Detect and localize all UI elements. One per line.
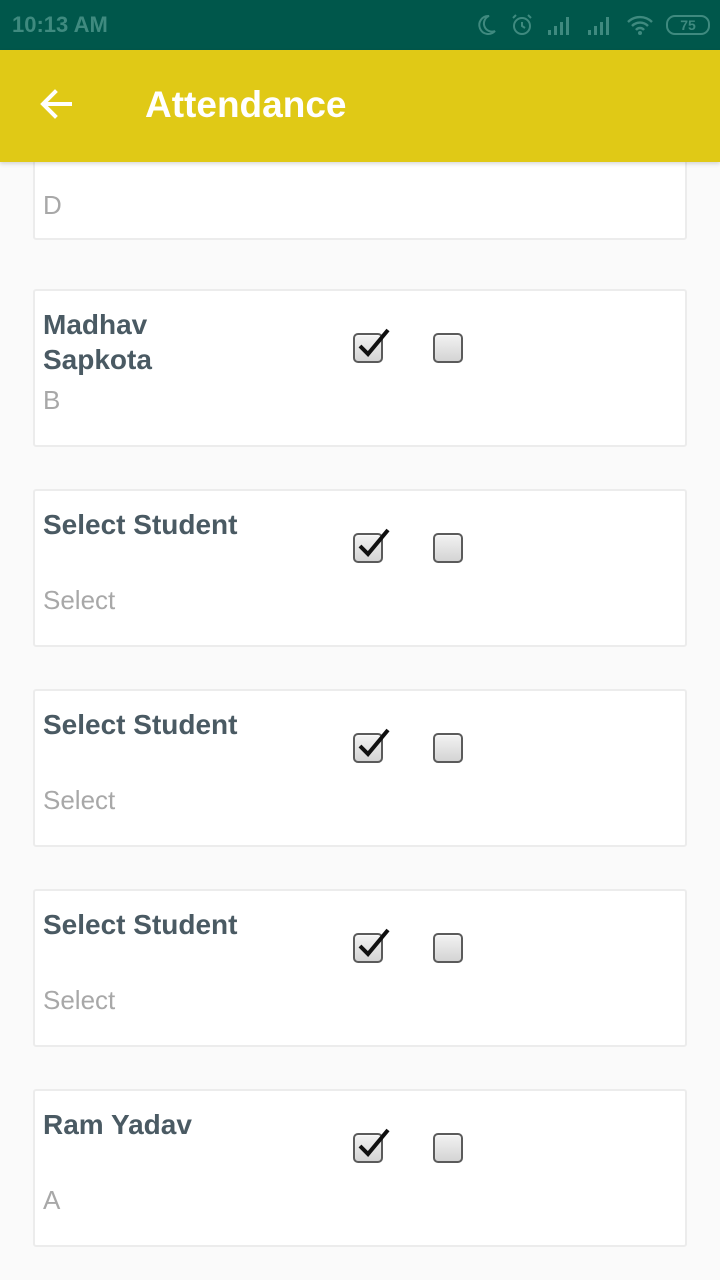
checkmark-icon — [358, 528, 390, 557]
present-checkbox[interactable] — [353, 328, 390, 363]
battery-icon: 75 — [666, 15, 710, 35]
checkmark-icon — [358, 1128, 390, 1157]
student-section: Select — [43, 585, 116, 615]
status-bar: 10:13 AM 75 — [0, 0, 720, 50]
app-bar: Attendance — [0, 50, 720, 162]
student-card: D — [33, 162, 687, 240]
signal-icon — [546, 14, 574, 36]
attendance-list[interactable]: D Madhav Sapkota B Select Student Select… — [0, 162, 720, 1280]
absent-checkbox[interactable] — [433, 933, 463, 963]
student-section: A — [43, 1185, 61, 1215]
present-checkbox[interactable] — [353, 528, 390, 563]
absent-checkbox[interactable] — [433, 733, 463, 763]
checkmark-icon — [358, 928, 390, 957]
checkmark-icon — [358, 328, 390, 357]
student-card: Select Student Select — [33, 689, 687, 847]
status-time: 10:13 AM — [12, 12, 108, 37]
present-checkbox[interactable] — [353, 728, 390, 763]
checkmark-icon — [358, 728, 390, 757]
present-checkbox[interactable] — [353, 928, 390, 963]
absent-checkbox[interactable] — [433, 533, 463, 563]
student-name: Select Student — [43, 509, 238, 540]
student-card: Madhav Sapkota B — [33, 289, 687, 447]
wifi-icon — [626, 14, 654, 36]
present-checkbox[interactable] — [353, 1128, 390, 1163]
alarm-icon — [510, 13, 534, 37]
student-section: Select — [43, 985, 116, 1015]
student-name: Select Student — [43, 909, 238, 940]
student-card: Select Student Select — [33, 889, 687, 1047]
absent-checkbox[interactable] — [433, 333, 463, 363]
student-card: Ram Yadav A — [33, 1089, 687, 1247]
moon-icon — [474, 13, 498, 37]
student-name: Madhav Sapkota — [43, 309, 152, 375]
back-button[interactable] — [24, 78, 88, 134]
student-name: Select Student — [43, 709, 238, 740]
signal-icon — [586, 14, 614, 36]
student-section: Select — [43, 785, 116, 815]
student-name: Ram Yadav — [43, 1109, 192, 1140]
arrow-back-icon — [38, 86, 74, 127]
student-section: D — [43, 190, 62, 220]
student-card: Select Student Select — [33, 489, 687, 647]
status-icons: 75 — [474, 10, 710, 40]
page-title: Attendance — [145, 84, 347, 125]
student-section: B — [43, 385, 61, 415]
absent-checkbox[interactable] — [433, 1133, 463, 1163]
